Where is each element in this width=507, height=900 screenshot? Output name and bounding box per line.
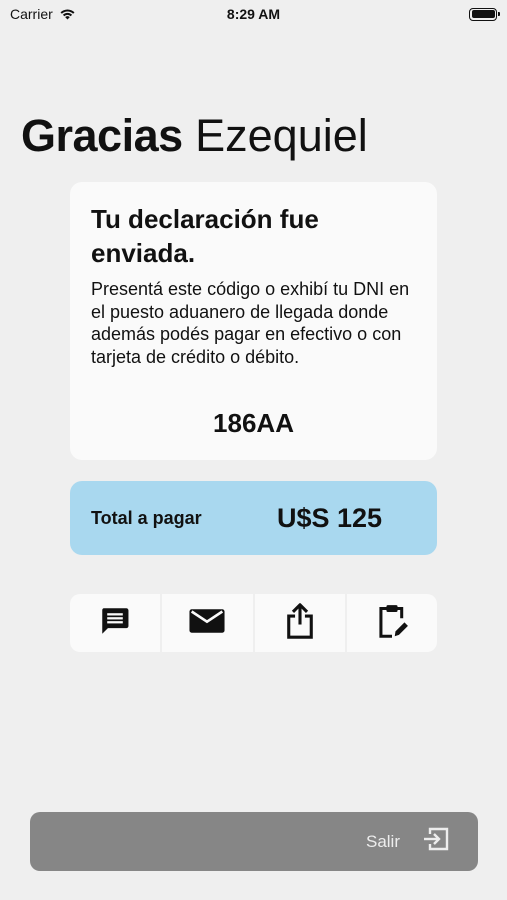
- share-icon: [283, 602, 317, 645]
- page-title: Gracias Ezequiel: [21, 108, 368, 164]
- status-bar: Carrier 8:29 AM: [0, 0, 507, 28]
- confirmation-card: Tu declaración fue enviada. Presentá est…: [70, 182, 437, 460]
- clipboard-button[interactable]: [346, 594, 437, 652]
- carrier-label: Carrier: [10, 6, 53, 22]
- card-title: Tu declaración fue enviada.: [91, 204, 319, 268]
- message-icon: [98, 604, 132, 643]
- message-button[interactable]: [70, 594, 161, 652]
- user-name: Ezequiel: [195, 110, 368, 161]
- total-amount: U$S 125: [277, 502, 383, 533]
- exit-icon: [422, 826, 450, 857]
- exit-label: Salir: [365, 831, 400, 851]
- total-panel: Total a pagar U$S 125: [70, 481, 437, 555]
- greeting: Gracias: [21, 110, 183, 161]
- total-label: Total a pagar: [91, 507, 202, 528]
- mail-button[interactable]: [162, 594, 253, 652]
- card-message: Presentá este código o exhibí tu DNI en …: [91, 279, 410, 367]
- wifi-icon: [59, 8, 76, 20]
- share-button[interactable]: [254, 594, 345, 652]
- clipboard-edit-icon: [375, 603, 409, 644]
- carrier-info: Carrier: [10, 6, 76, 22]
- battery-icon: [469, 7, 500, 21]
- mail-icon: [188, 606, 226, 641]
- declaration-code: 186AA: [213, 408, 294, 438]
- exit-button[interactable]: Salir: [30, 812, 478, 871]
- share-actions: [70, 594, 437, 652]
- status-time: 8:29 AM: [226, 6, 281, 22]
